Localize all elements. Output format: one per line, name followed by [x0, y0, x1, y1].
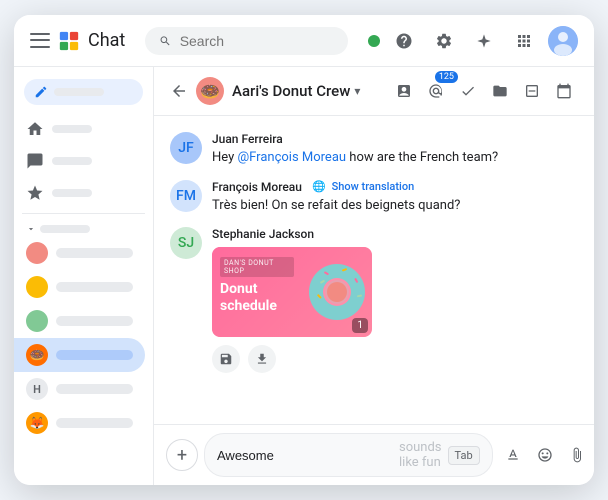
francois-avatar: FM: [170, 180, 202, 212]
save-attachment-button[interactable]: [212, 345, 240, 373]
format-text-button[interactable]: [499, 441, 527, 469]
attachment-actions: [212, 345, 372, 373]
donut-attachment: Dan's Donut Shop Donut schedule: [212, 247, 372, 337]
status-indicator: [368, 35, 380, 47]
download-attachment-button[interactable]: [248, 345, 276, 373]
hamburger-menu[interactable]: [30, 31, 50, 51]
sidebar-contact-3[interactable]: [14, 304, 145, 338]
app-window: Chat: [14, 15, 594, 485]
compose-label: [54, 88, 104, 96]
donut-schedule-text: Donut schedule: [220, 281, 294, 315]
message-francois: FM François Moreau 🌐 Show translation Tr…: [170, 180, 578, 216]
sidebar-item-starred[interactable]: [14, 177, 145, 209]
donut-svg: [302, 257, 372, 327]
message-stephanie: SJ Stephanie Jackson Dan's Donut Shop Do…: [170, 227, 578, 373]
add-person-button[interactable]: [390, 77, 418, 105]
sparkle-button[interactable]: [468, 25, 500, 57]
user-avatar[interactable]: [548, 26, 578, 56]
attach-file-button[interactable]: [563, 441, 591, 469]
back-button[interactable]: [170, 82, 188, 100]
message-input-wrapper: sounds like fun Tab: [204, 433, 493, 477]
juan-msg-content: Juan Ferreira Hey @François Moreau how a…: [212, 132, 498, 168]
calendar-button[interactable]: [550, 77, 578, 105]
donut-text: Dan's Donut Shop Donut schedule: [212, 247, 302, 337]
chevron-down-icon: ▾: [354, 84, 360, 98]
app-title: Chat: [88, 30, 125, 51]
top-bar: Chat: [14, 15, 594, 67]
sidebar-contact-2[interactable]: [14, 270, 145, 304]
sidebar-section-header: [14, 218, 153, 236]
group-icon: 🍩: [196, 77, 224, 105]
mentions-badge: 125: [435, 71, 458, 83]
add-attachment-button[interactable]: +: [166, 439, 198, 471]
search-icon: [159, 34, 171, 48]
juan-avatar: JF: [170, 132, 202, 164]
francois-msg-content: François Moreau 🌐 Show translation Très …: [212, 180, 460, 216]
donut-shop-label: Dan's Donut Shop: [220, 257, 294, 277]
stephanie-msg-content: Stephanie Jackson Dan's Donut Shop Donut…: [212, 227, 372, 373]
juan-msg-text: Hey @François Moreau how are the French …: [212, 148, 498, 168]
help-button[interactable]: [388, 25, 420, 57]
sidebar-item-chat[interactable]: [14, 145, 145, 177]
sidebar: 🍩 H 🦊: [14, 67, 154, 485]
sidebar-contact-5[interactable]: H: [14, 372, 145, 406]
google-chat-logo: [58, 30, 80, 52]
translation-flag-icon: 🌐: [312, 180, 326, 193]
chat-header: 🍩 Aari's Donut Crew ▾ 125: [154, 67, 594, 116]
folder-button[interactable]: [486, 77, 514, 105]
search-input[interactable]: [180, 33, 334, 49]
main-content: 🍩 H 🦊 🍩 Aari's Donut Crew: [14, 67, 594, 485]
tasks-button[interactable]: [454, 77, 482, 105]
mentions-button[interactable]: 125: [422, 77, 450, 105]
input-suggestion: sounds like fun: [399, 440, 442, 470]
input-bar-icons: [499, 441, 594, 469]
top-bar-icons: [368, 25, 578, 57]
francois-sender-name: François Moreau 🌐 Show translation: [212, 180, 460, 194]
francois-msg-text: Très bien! On se refait des beignets qua…: [212, 196, 460, 216]
sidebar-divider: [22, 213, 145, 214]
show-translation-button[interactable]: Show translation: [332, 180, 415, 193]
juan-sender-name: Juan Ferreira: [212, 132, 498, 146]
message-juan: JF Juan Ferreira Hey @François Moreau ho…: [170, 132, 578, 168]
message-input[interactable]: [217, 448, 393, 463]
sidebar-item-home[interactable]: [14, 113, 145, 145]
chat-header-actions: 125: [390, 77, 578, 105]
emoji-button[interactable]: [531, 441, 559, 469]
stephanie-sender-name: Stephanie Jackson: [212, 227, 372, 241]
input-bar: + sounds like fun Tab: [154, 424, 594, 485]
chat-area: 🍩 Aari's Donut Crew ▾ 125: [154, 67, 594, 485]
attachment-badge: 1: [352, 318, 368, 333]
integrations-button[interactable]: [518, 77, 546, 105]
sidebar-contact-active[interactable]: 🍩: [14, 338, 145, 372]
settings-button[interactable]: [428, 25, 460, 57]
apps-button[interactable]: [508, 25, 540, 57]
chat-title: Aari's Donut Crew ▾: [232, 82, 360, 100]
search-bar[interactable]: [145, 27, 348, 55]
tab-hint: Tab: [448, 446, 480, 465]
mention-francois: @François Moreau: [237, 150, 346, 165]
donut-card: Dan's Donut Shop Donut schedule: [212, 247, 372, 337]
sidebar-contact-6[interactable]: 🦊: [14, 406, 145, 440]
messages-container: JF Juan Ferreira Hey @François Moreau ho…: [154, 116, 594, 424]
stephanie-avatar: SJ: [170, 227, 202, 259]
sidebar-contact-1[interactable]: [14, 236, 145, 270]
compose-button[interactable]: [24, 79, 143, 105]
